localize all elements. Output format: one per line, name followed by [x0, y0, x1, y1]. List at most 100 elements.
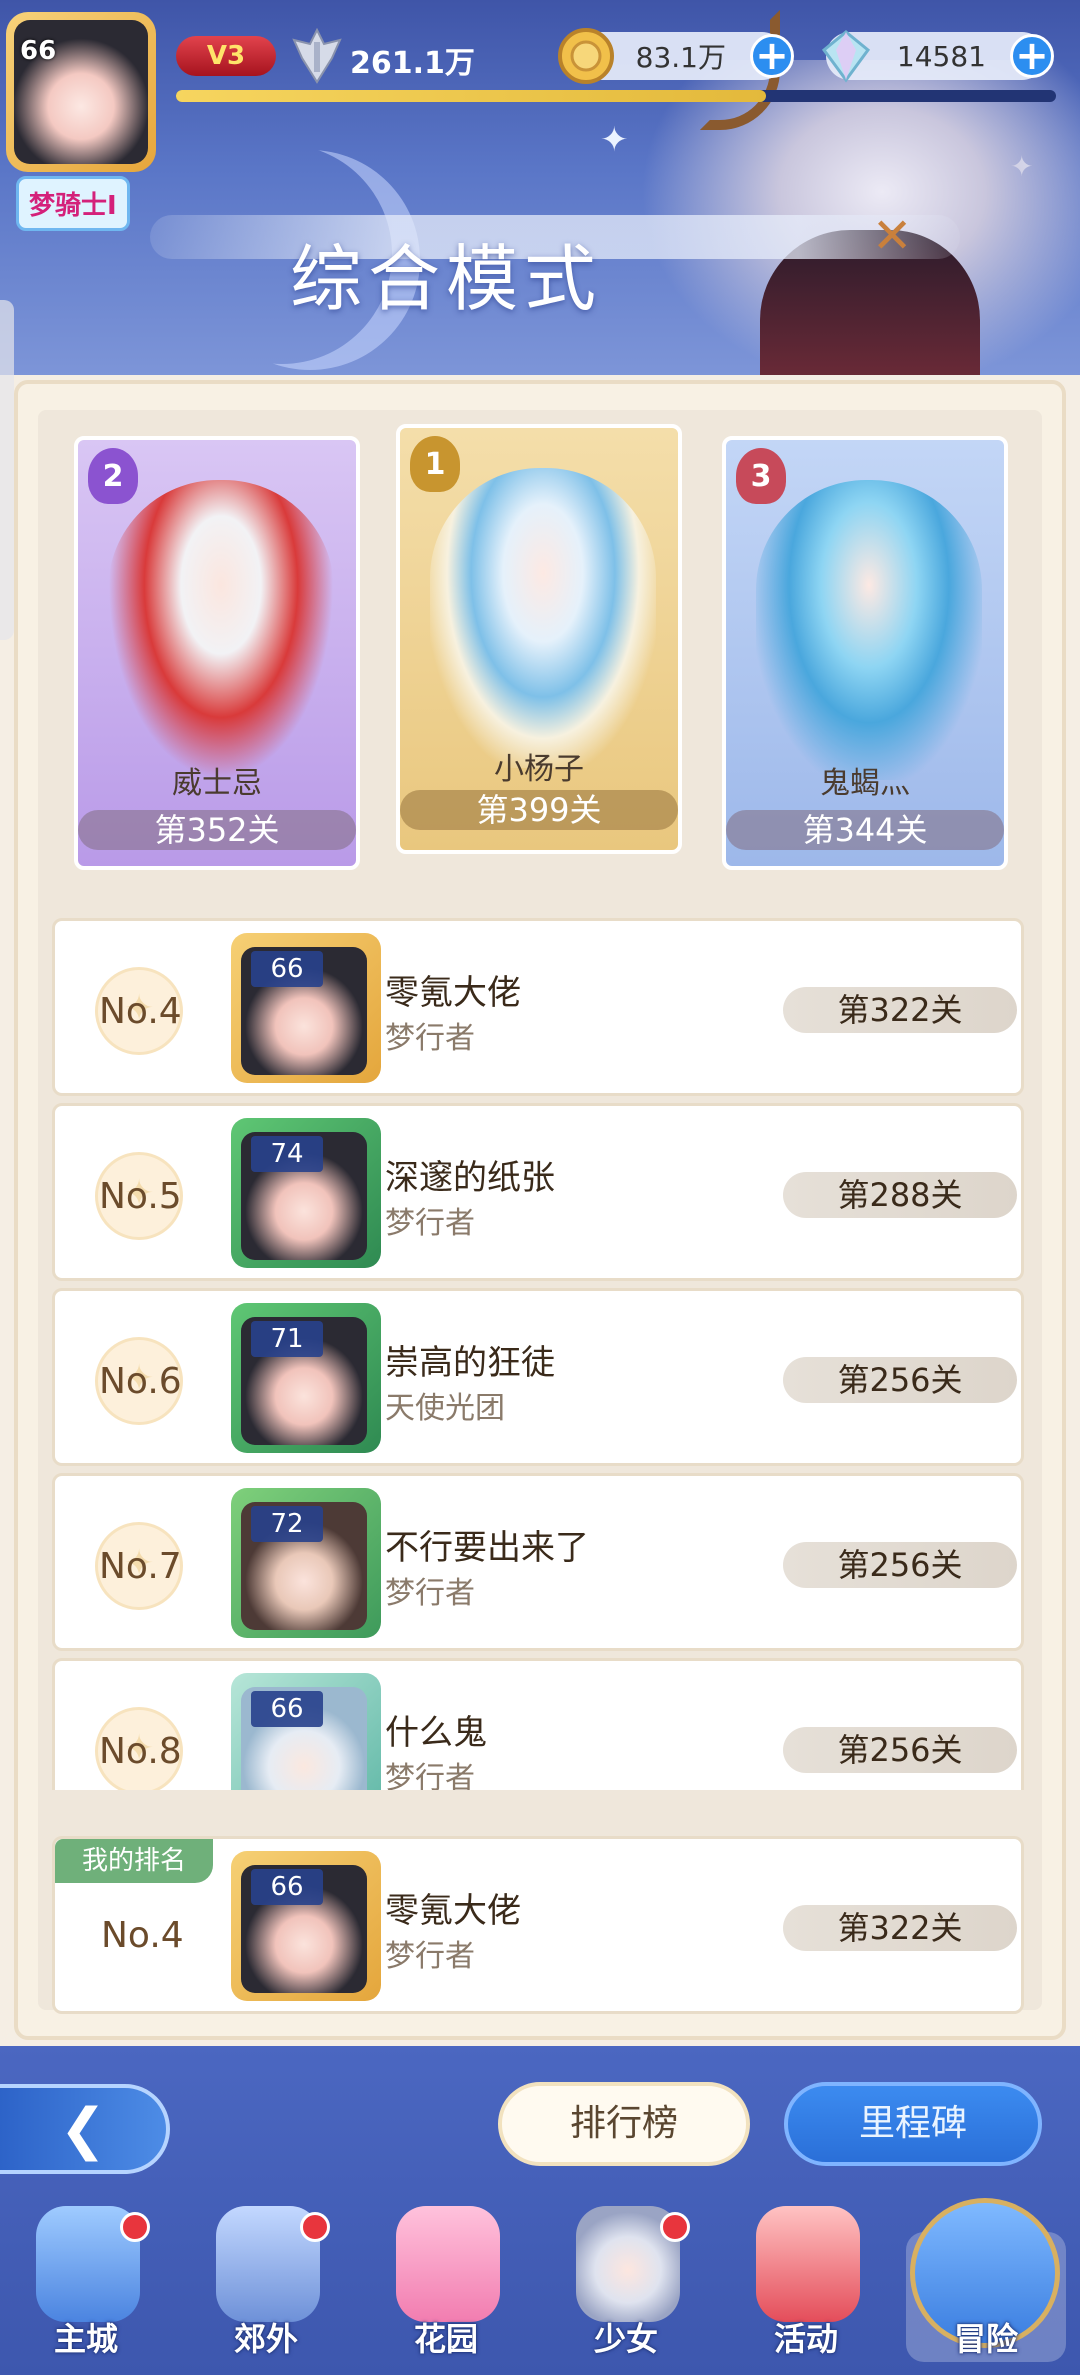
star-icon: ✦ [600, 120, 629, 160]
rank-number: No.6 [99, 1361, 182, 1402]
gold-coin-icon [558, 28, 614, 84]
stage-progress: 第256关 [783, 1727, 1017, 1773]
podium-player-name: 威士忌 [172, 766, 262, 801]
back-arrow-icon: ❮ [59, 2096, 107, 2162]
podium-card-rank-3[interactable]: 3 鬼蝎灬 第344关 [722, 436, 1008, 870]
diamond-icon [821, 30, 871, 83]
nav-label: 冒险 [953, 2320, 1018, 2358]
ranking-list[interactable]: No.4 66 零氪大佬 梦行者 第322关 No.5 74 深邃的纸张 梦行者… [52, 918, 1024, 1790]
player-guild: 梦行者 [385, 1206, 475, 1241]
gem-counter: 14581 + [821, 30, 1054, 83]
player-name: 什么鬼 [385, 1713, 487, 1753]
ranking-row[interactable]: No.4 66 零氪大佬 梦行者 第322关 [52, 918, 1024, 1096]
back-button[interactable]: ❮ [0, 2084, 170, 2174]
rank-number: No.7 [99, 1546, 182, 1587]
ranking-row[interactable]: No.5 74 深邃的纸张 梦行者 第288关 [52, 1103, 1024, 1281]
avatar-level: 66 [251, 1869, 323, 1905]
rank-number: No.8 [99, 1731, 182, 1772]
nav-label: 郊外 [233, 2320, 298, 2358]
mode-title: 综合模式 [290, 237, 603, 321]
nav-label: 主城 [53, 2320, 118, 2358]
nav-label: 少女 [593, 2320, 658, 2358]
rank-number: No.5 [99, 1176, 182, 1217]
avatar-level: 66 [251, 1691, 323, 1727]
coin-counter: 83.1万 + [558, 28, 794, 84]
nav-item-main-city[interactable]: 主城 [0, 2196, 172, 2375]
podium-player-name: 鬼蝎灬 [820, 766, 910, 801]
coin-value: 83.1万 [635, 41, 726, 74]
player-level: 66 [20, 36, 57, 66]
player-avatar[interactable]: 71 [231, 1303, 381, 1453]
podium-player-name: 小杨子 [494, 752, 584, 787]
stage-progress: 第256关 [783, 1542, 1017, 1588]
podium-card-rank-1[interactable]: 1 小杨子 第399关 [396, 424, 682, 854]
nav-label: 活动 [773, 2320, 838, 2358]
rank-number: No.4 [99, 991, 182, 1032]
nav-item-adventure[interactable]: 冒险 [900, 2196, 1072, 2375]
milestone-button[interactable]: 里程碑 [784, 2082, 1042, 2166]
ranking-row[interactable]: No.8 66 什么鬼 梦行者 第256关 [52, 1658, 1024, 1790]
player-avatar[interactable]: 74 [231, 1118, 381, 1268]
my-rank-tag: 我的排名 [55, 1839, 213, 1883]
player-name: 不行要出来了 [385, 1528, 589, 1568]
player-name: 零氪大佬 [385, 973, 521, 1013]
nav-item-outskirts[interactable]: 郊外 [180, 2196, 352, 2375]
nav-item-activity[interactable]: 活动 [720, 2196, 892, 2375]
close-icon[interactable]: ✕ [872, 208, 912, 264]
podium-card-rank-2[interactable]: 2 威士忌 第352关 [74, 436, 360, 870]
podium-stage: 第344关 [726, 810, 1004, 850]
player-name: 零氪大佬 [385, 1891, 521, 1931]
my-rank-row[interactable]: 我的排名 No.4 66 零氪大佬 梦行者 第322关 [52, 1836, 1024, 2014]
garden-heart-icon [396, 2206, 500, 2322]
player-avatar[interactable]: 72 [231, 1488, 381, 1638]
character-portrait [430, 468, 656, 768]
notification-dot [300, 2212, 330, 2242]
ranking-row[interactable]: No.6 71 崇高的狂徒 天使光团 第256关 [52, 1288, 1024, 1466]
notification-dot [120, 2212, 150, 2242]
leaderboard-button[interactable]: 排行榜 [498, 2082, 750, 2166]
character-portrait [756, 480, 982, 780]
nav-label: 花园 [413, 2320, 478, 2358]
add-coins-button[interactable]: + [750, 33, 794, 79]
player-guild: 天使光团 [385, 1391, 505, 1426]
exp-bar [176, 90, 1056, 102]
player-name: 崇高的狂徒 [385, 1343, 555, 1383]
player-guild: 梦行者 [385, 1576, 475, 1611]
ranking-row[interactable]: No.7 72 不行要出来了 梦行者 第256关 [52, 1473, 1024, 1651]
podium-stage: 第399关 [400, 790, 678, 830]
stage-progress: 第256关 [783, 1357, 1017, 1403]
nav-item-garden[interactable]: 花园 [360, 2196, 532, 2375]
avatar-level: 74 [251, 1136, 323, 1172]
vip-badge[interactable]: V3 [176, 36, 276, 76]
notification-dot [660, 2212, 690, 2242]
stage-progress: 第288关 [783, 1172, 1017, 1218]
gift-box-icon [756, 2206, 860, 2322]
avatar-level: 71 [251, 1321, 323, 1357]
avatar-level: 66 [251, 951, 323, 987]
stage-progress: 第322关 [783, 987, 1017, 1033]
exp-bar-fill [176, 90, 766, 102]
rank-badge-icon: 2 [88, 448, 138, 504]
top-status-bar: 66 V3 261.1万 83.1万 + 14581 + [0, 0, 1080, 172]
player-avatar[interactable]: 66 [231, 1851, 381, 2001]
player-name: 深邃的纸张 [385, 1158, 555, 1198]
rank-badge-icon: 1 [410, 436, 460, 492]
player-guild: 梦行者 [385, 1761, 475, 1790]
stage-progress: 第322关 [783, 1905, 1017, 1951]
player-title-tag: 梦骑士I [16, 176, 130, 231]
player-guild: 梦行者 [385, 1021, 475, 1056]
podium-stage: 第352关 [78, 810, 356, 850]
character-portrait [108, 480, 334, 780]
combat-power-value: 261.1万 [350, 46, 475, 81]
avatar-level: 72 [251, 1506, 323, 1542]
player-avatar[interactable]: 66 [231, 933, 381, 1083]
combat-power-icon [292, 28, 342, 84]
rank-badge-icon: 3 [736, 448, 786, 504]
player-guild: 梦行者 [385, 1939, 475, 1974]
nav-item-girls[interactable]: 少女 [540, 2196, 712, 2375]
rank-number: No.4 [101, 1915, 184, 1956]
add-gems-button[interactable]: + [1010, 33, 1054, 79]
player-avatar[interactable]: 66 [231, 1673, 381, 1790]
side-drawer-handle[interactable] [0, 300, 14, 640]
gem-value: 14581 [896, 39, 986, 73]
